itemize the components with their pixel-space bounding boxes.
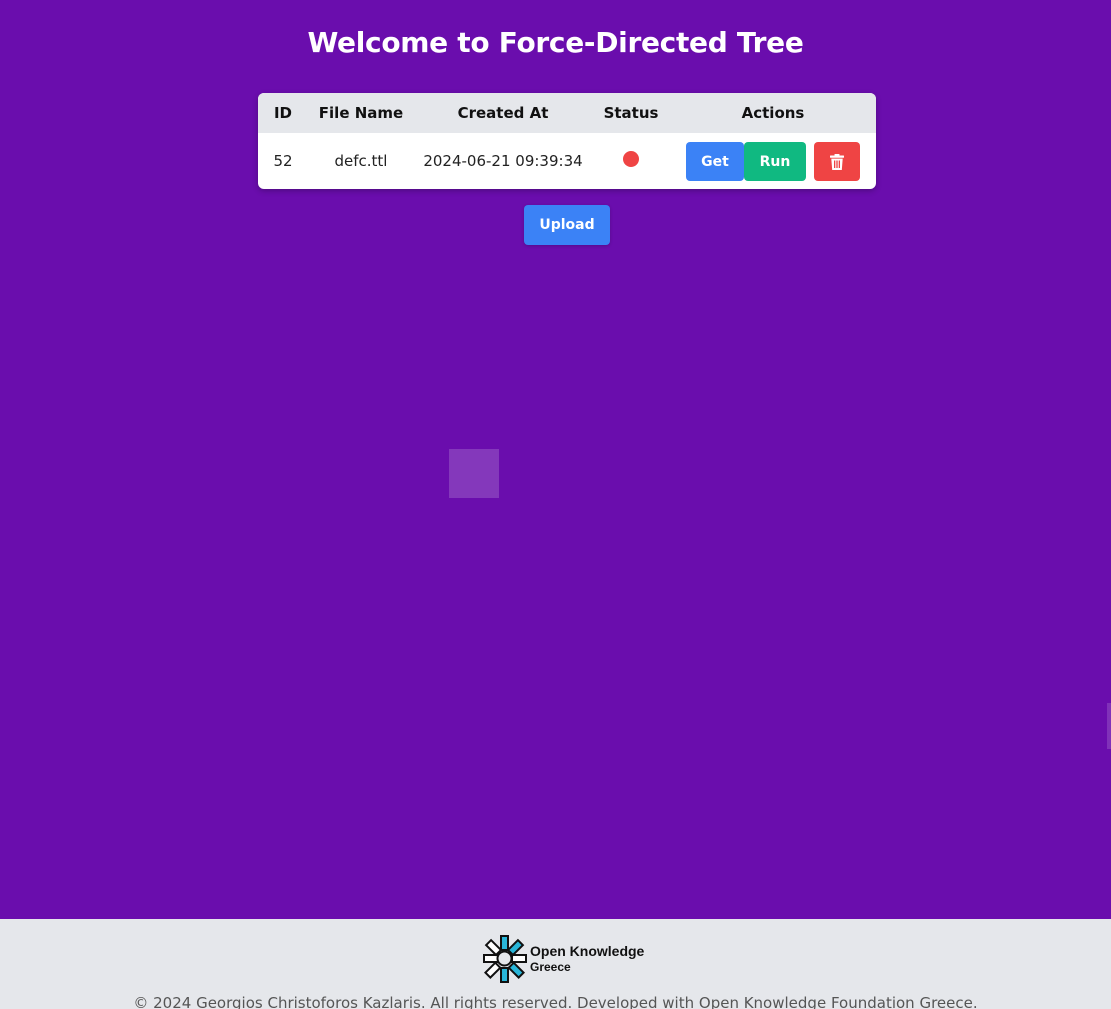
cell-created-at: 2024-06-21 09:39:34 (423, 152, 583, 170)
footer: Open Knowledge Greece © 2024 Georgios Ch… (0, 919, 1111, 1009)
status-indicator (623, 151, 639, 167)
header-status: Status (603, 104, 659, 122)
run-button[interactable]: Run (744, 142, 806, 181)
logo-text-line2: Greece (530, 960, 571, 974)
header-file-name: File Name (318, 104, 404, 122)
graph-node[interactable] (449, 449, 499, 498)
delete-button[interactable] (814, 142, 860, 181)
cell-file-name: defc.ttl (334, 152, 388, 170)
okfn-logo-icon (483, 935, 527, 983)
trash-icon (830, 153, 844, 170)
header-id: ID (273, 104, 293, 122)
okfn-greece-logo[interactable]: Open Knowledge Greece (482, 935, 654, 985)
table-header: ID File Name Created At Status Actions (258, 93, 876, 133)
header-actions: Actions (741, 104, 805, 122)
header-created-at: Created At (457, 104, 549, 122)
get-button[interactable]: Get (686, 142, 744, 181)
logo-text-line1: Open Knowledge (530, 943, 645, 959)
copyright-text: © 2024 Georgios Christoforos Kazlaris. A… (133, 994, 978, 1009)
files-table: ID File Name Created At Status Actions 5… (258, 93, 876, 189)
scrollbar-thumb[interactable] (1107, 703, 1111, 749)
upload-button[interactable]: Upload (524, 205, 610, 245)
page-title: Welcome to Force-Directed Tree (307, 26, 804, 59)
cell-id: 52 (273, 152, 293, 170)
